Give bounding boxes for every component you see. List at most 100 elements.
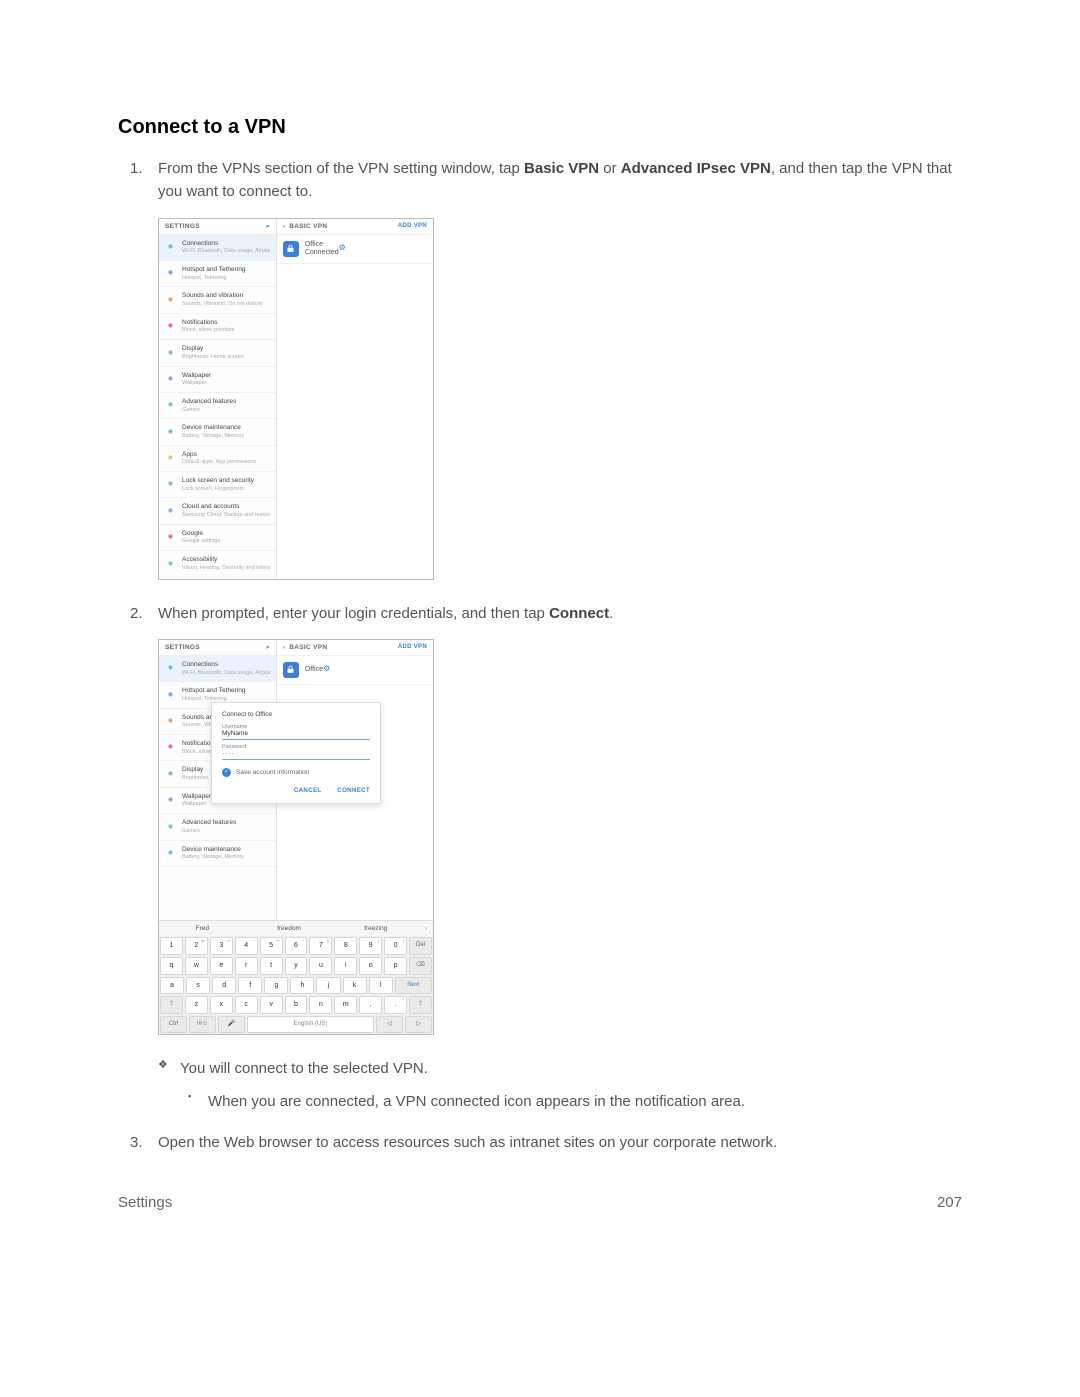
keyboard-key[interactable]: 3# bbox=[210, 937, 233, 955]
settings-item-icon: ◉ bbox=[165, 268, 176, 279]
settings-item-icon: ◉ bbox=[165, 374, 176, 385]
on-screen-keyboard[interactable]: 12@3#4/5%6^7&8*9(0)Del qwertyuiop⌫ asdfghj… bbox=[159, 936, 433, 1033]
add-vpn-button[interactable]: ADD VPN bbox=[398, 223, 427, 230]
keyboard-key[interactable]: e bbox=[210, 957, 233, 975]
password-field[interactable]: ···· bbox=[222, 750, 370, 760]
keyboard-key[interactable]: x bbox=[210, 996, 233, 1014]
keyboard-key[interactable]: r bbox=[235, 957, 258, 975]
keyboard-key[interactable]: ⇧ bbox=[409, 996, 432, 1014]
settings-item-icon: ◉ bbox=[165, 453, 176, 464]
keyboard-key[interactable]: Next bbox=[395, 977, 432, 995]
settings-item[interactable]: ◉Advanced featuresGames bbox=[159, 393, 276, 419]
keyboard-key[interactable]: m bbox=[334, 996, 357, 1014]
keyboard-key[interactable]: h bbox=[290, 977, 314, 995]
keyboard-key[interactable]: g bbox=[264, 977, 288, 995]
keyboard-key[interactable]: q bbox=[160, 957, 183, 975]
keyboard-key[interactable]: o bbox=[359, 957, 382, 975]
keyboard-key[interactable]: y bbox=[285, 957, 308, 975]
settings-list: ◉ConnectionsWi-Fi, Bluetooth, Data usage… bbox=[159, 235, 276, 578]
screenshot-1: SETTINGS ⌕ ◉ConnectionsWi-Fi, Bluetooth,… bbox=[158, 218, 434, 580]
footer-page: 207 bbox=[937, 1191, 962, 1214]
keyboard-key[interactable]: English (US) bbox=[247, 1016, 374, 1033]
keyboard-key[interactable]: ,! bbox=[359, 996, 382, 1014]
keyboard-key[interactable]: 8* bbox=[334, 937, 357, 955]
keyboard-key[interactable]: 6^ bbox=[285, 937, 308, 955]
keyboard-key[interactable]: b bbox=[285, 996, 308, 1014]
keyboard-key[interactable]: .? bbox=[384, 996, 407, 1014]
settings-item[interactable]: ◉Advanced featuresGames bbox=[159, 814, 276, 840]
settings-item[interactable]: ◉NotificationsBlock, allow, prioritize bbox=[159, 314, 276, 340]
settings-item-icon: ◉ bbox=[165, 769, 176, 780]
keyboard-key[interactable]: k bbox=[343, 977, 367, 995]
username-field[interactable]: MyName bbox=[222, 730, 370, 740]
gear-icon[interactable]: ⚙ bbox=[339, 244, 346, 253]
settings-item-icon: ◉ bbox=[165, 321, 176, 332]
settings-item[interactable]: ◉DisplayBrightness, Home screen bbox=[159, 340, 276, 366]
keyboard-key[interactable]: a bbox=[160, 977, 184, 995]
settings-item-icon: ◉ bbox=[165, 426, 176, 437]
settings-item[interactable]: ◉ConnectionsWi-Fi, Bluetooth, Data usage… bbox=[159, 656, 276, 682]
settings-item[interactable]: ◉AppsDefault apps, App permissions bbox=[159, 446, 276, 472]
keyboard-key[interactable]: 7& bbox=[309, 937, 332, 955]
section-heading: Connect to a VPN bbox=[118, 112, 962, 143]
settings-item-icon: ◉ bbox=[165, 663, 176, 674]
settings-item[interactable]: ◉WallpaperWallpaper bbox=[159, 367, 276, 393]
keyboard-key[interactable]: d bbox=[212, 977, 236, 995]
keyboard-key[interactable]: 5% bbox=[260, 937, 283, 955]
settings-item-icon: ◉ bbox=[165, 532, 176, 543]
keyboard-key[interactable]: z bbox=[185, 996, 208, 1014]
settings-item[interactable]: ◉Cloud and accountsSamsung Cloud, Backup… bbox=[159, 498, 276, 524]
save-checkbox[interactable]: ✓ bbox=[222, 768, 231, 777]
keyboard-key[interactable]: ⇧ bbox=[160, 996, 183, 1014]
keyboard-key[interactable]: v bbox=[260, 996, 283, 1014]
keyboard-key[interactable]: ▷ bbox=[405, 1016, 432, 1033]
keyboard-key[interactable]: Ctrl bbox=[160, 1016, 187, 1033]
keyboard-key[interactable]: Del bbox=[409, 937, 432, 955]
keyboard-key[interactable]: ⌫ bbox=[409, 957, 432, 975]
settings-item[interactable]: ◉Sounds and vibrationSounds, Vibration, … bbox=[159, 287, 276, 313]
keyboard-key[interactable]: !#☺ bbox=[189, 1016, 216, 1033]
keyboard-key[interactable]: 0) bbox=[384, 937, 407, 955]
keyboard-key[interactable]: u bbox=[309, 957, 332, 975]
vpn-app-icon bbox=[283, 662, 299, 678]
back-icon[interactable]: ‹ bbox=[283, 223, 285, 230]
footer-section: Settings bbox=[118, 1191, 172, 1214]
keyboard-key[interactable]: f bbox=[238, 977, 262, 995]
chevron-right-icon[interactable]: › bbox=[419, 921, 433, 936]
keyboard-key[interactable]: 1 bbox=[160, 937, 183, 955]
back-icon[interactable]: ‹ bbox=[283, 644, 285, 651]
search-icon[interactable]: ⌕ bbox=[266, 223, 270, 230]
vpn-entry[interactable]: Office Connected ⚙ bbox=[277, 235, 433, 264]
settings-item-icon: ◉ bbox=[165, 479, 176, 490]
settings-item-icon: ◉ bbox=[165, 558, 176, 569]
keyboard-key[interactable]: p bbox=[384, 957, 407, 975]
settings-item[interactable]: ◉AccessibilityVision, Hearing, Dexterity… bbox=[159, 551, 276, 577]
search-icon[interactable]: ⌕ bbox=[266, 644, 270, 651]
settings-item[interactable]: ◉Lock screen and securityLock screen, Fi… bbox=[159, 472, 276, 498]
cancel-button[interactable]: CANCEL bbox=[294, 787, 322, 794]
keyboard-key[interactable]: n bbox=[309, 996, 332, 1014]
keyboard-key[interactable]: w bbox=[185, 957, 208, 975]
settings-item[interactable]: ◉Device maintenanceBattery, Storage, Mem… bbox=[159, 841, 276, 867]
keyboard-key[interactable]: 🎤 bbox=[218, 1016, 245, 1033]
gear-icon[interactable]: ⚙ bbox=[323, 665, 330, 674]
keyboard-key[interactable]: c bbox=[235, 996, 258, 1014]
keyboard-key[interactable]: l bbox=[369, 977, 393, 995]
keyboard-key[interactable]: t bbox=[260, 957, 283, 975]
add-vpn-button[interactable]: ADD VPN bbox=[398, 644, 427, 651]
sub-bullets: You will connect to the selected VPN. Wh… bbox=[158, 1057, 962, 1114]
keyboard-key[interactable]: 9( bbox=[359, 937, 382, 955]
vpn-entry[interactable]: Office ⚙ bbox=[277, 656, 433, 685]
keyboard-key[interactable]: i bbox=[334, 957, 357, 975]
keyboard-key[interactable]: ◁ bbox=[376, 1016, 403, 1033]
keyboard-key[interactable]: 4/ bbox=[235, 937, 258, 955]
keyboard-key[interactable]: j bbox=[316, 977, 340, 995]
settings-item[interactable]: ◉Device maintenanceBattery, Storage, Mem… bbox=[159, 419, 276, 445]
settings-item[interactable]: ◉GoogleGoogle settings bbox=[159, 525, 276, 551]
settings-item[interactable]: ◉ConnectionsWi-Fi, Bluetooth, Data usage… bbox=[159, 235, 276, 261]
keyboard-key[interactable]: s bbox=[186, 977, 210, 995]
keyboard-suggestions[interactable]: Fred freedom freezing › bbox=[159, 920, 433, 936]
keyboard-key[interactable]: 2@ bbox=[185, 937, 208, 955]
settings-item[interactable]: ◉Hotspot and TetheringHotspot, Tethering bbox=[159, 261, 276, 287]
connect-button[interactable]: CONNECT bbox=[337, 787, 370, 794]
